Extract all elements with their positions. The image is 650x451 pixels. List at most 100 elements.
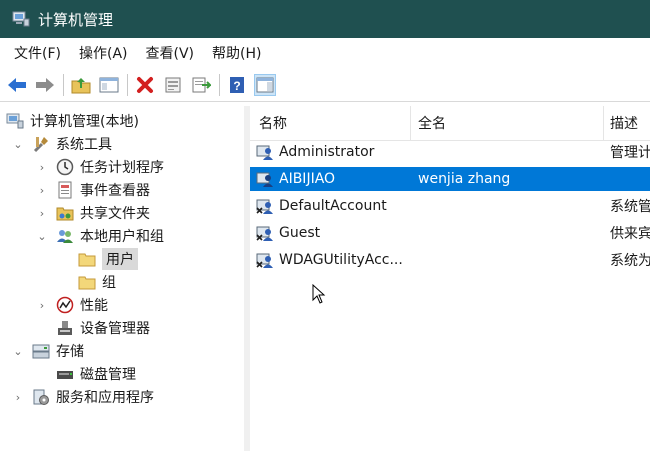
show-hide-tree-button[interactable]: [98, 74, 120, 96]
back-button[interactable]: [6, 74, 28, 96]
menu-view[interactable]: 查看(V): [146, 43, 195, 63]
chevron-down-icon[interactable]: ⌄: [12, 345, 24, 358]
list-row-selected[interactable]: AIBIJIAO wenjia zhang: [250, 167, 650, 191]
storage-icon: [32, 344, 50, 359]
cell-name: DefaultAccount: [256, 194, 406, 218]
toolbar-separator: [127, 73, 128, 96]
forward-arrow-icon: [36, 77, 54, 92]
tree-label: 服务和应用程序: [56, 390, 154, 406]
forward-button[interactable]: [34, 74, 56, 96]
column-header-name[interactable]: 名称: [259, 106, 287, 140]
users-group-icon: [57, 230, 73, 243]
menu-help[interactable]: 帮助(H): [212, 43, 261, 63]
tree-item-storage[interactable]: ⌄ 存储: [12, 340, 84, 362]
column-header-description[interactable]: 描述: [610, 106, 638, 140]
cell-name: WDAGUtilityAcc...: [256, 248, 410, 272]
title-bar: 计算机管理: [0, 0, 650, 38]
export-list-button[interactable]: [190, 74, 212, 96]
toolbar-separator: [219, 73, 220, 96]
disabled-user-icon: [256, 253, 273, 268]
delete-button[interactable]: [134, 74, 156, 96]
user-list: 名称 全名 描述 Administrator 管理计 AIBIJIAO wenj…: [250, 106, 650, 451]
services-icon: [33, 389, 49, 405]
tree-item-services-apps[interactable]: › 服务和应用程序: [12, 386, 154, 408]
cell-description: 管理计: [610, 145, 650, 161]
chevron-down-icon[interactable]: ⌄: [12, 138, 24, 151]
tree-label: 设备管理器: [80, 321, 150, 337]
properties-button[interactable]: [162, 74, 184, 96]
folder-icon: [78, 253, 96, 267]
performance-icon: [56, 296, 74, 314]
tree-label: 用户: [102, 248, 138, 270]
chevron-right-icon[interactable]: ›: [36, 207, 48, 220]
tree-label: 共享文件夹: [80, 206, 150, 222]
tree-label: 任务计划程序: [80, 160, 164, 176]
back-arrow-icon: [8, 77, 26, 92]
help-icon: ?: [230, 76, 244, 93]
chevron-right-icon[interactable]: ›: [12, 391, 24, 404]
tree-label: 本地用户和组: [80, 229, 164, 245]
help-button[interactable]: ?: [226, 74, 248, 96]
tree-label: 事件查看器: [80, 183, 150, 199]
navigation-tree: 计算机管理(本地) ⌄ 系统工具 › 任务计划程序 › 事件查看器 › 共享文件…: [0, 106, 245, 451]
window-title: 计算机管理: [38, 10, 114, 29]
tree-item-computer-management[interactable]: 计算机管理(本地): [6, 110, 139, 132]
computer-management-icon: [6, 113, 24, 129]
tree-label: 组: [102, 275, 116, 291]
computer-management-icon: [12, 11, 30, 27]
clock-icon: [56, 158, 74, 176]
user-name: DefaultAccount: [279, 198, 387, 214]
disabled-user-icon: [256, 226, 273, 241]
disabled-user-icon: [256, 199, 273, 214]
tree-item-performance[interactable]: › 性能: [36, 294, 108, 316]
chevron-down-icon[interactable]: ⌄: [36, 230, 48, 243]
user-icon: [256, 172, 273, 187]
list-row[interactable]: Guest 供来宾: [250, 221, 650, 245]
user-name: AIBIJIAO: [279, 171, 336, 187]
menu-action[interactable]: 操作(A): [79, 43, 128, 63]
tree-label: 磁盘管理: [80, 367, 136, 383]
list-row[interactable]: DefaultAccount 系统管: [250, 194, 650, 218]
chevron-right-icon[interactable]: ›: [36, 161, 48, 174]
cell-fullname: [418, 194, 598, 218]
show-hide-tree-icon: [99, 77, 119, 92]
tree-item-local-users-groups[interactable]: ⌄ 本地用户和组: [36, 225, 164, 247]
action-pane-button[interactable]: [254, 73, 276, 96]
up-folder-icon: [71, 77, 91, 93]
tree-item-event-viewer[interactable]: › 事件查看器: [36, 179, 150, 201]
menu-bar: 文件(F) 操作(A) 查看(V) 帮助(H): [0, 38, 650, 68]
tree-item-device-manager[interactable]: 设备管理器: [56, 317, 150, 339]
list-row[interactable]: Administrator 管理计: [250, 140, 650, 164]
disk-icon: [57, 371, 73, 379]
tree-item-shared-folders[interactable]: › 共享文件夹: [36, 202, 150, 224]
column-header-fullname[interactable]: 全名: [418, 106, 446, 140]
tree-label: 计算机管理(本地): [30, 114, 139, 130]
tree-item-disk-management[interactable]: 磁盘管理: [56, 363, 136, 385]
action-pane-icon: [256, 77, 274, 92]
user-name: WDAGUtilityAcc...: [279, 252, 403, 268]
tree-item-groups[interactable]: 组: [78, 271, 116, 293]
cell-name: Administrator: [256, 140, 406, 164]
up-level-button[interactable]: [70, 74, 92, 96]
cell-description: [610, 167, 650, 191]
tree-item-users[interactable]: 用户: [78, 248, 138, 270]
cell-description: 供来宾: [610, 226, 650, 242]
tree-item-task-scheduler[interactable]: › 任务计划程序: [36, 156, 164, 178]
cell-fullname: [418, 248, 598, 272]
list-row[interactable]: WDAGUtilityAcc... 系统为: [250, 248, 650, 272]
tree-item-system-tools[interactable]: ⌄ 系统工具: [12, 133, 112, 155]
toolbar-separator: [63, 73, 64, 96]
column-divider[interactable]: [410, 106, 411, 140]
cell-fullname: [418, 221, 598, 245]
list-header: 名称 全名 描述: [250, 106, 650, 141]
tree-label: 系统工具: [56, 137, 112, 153]
column-divider[interactable]: [603, 106, 604, 140]
cell-name: Guest: [256, 221, 406, 245]
user-name: Administrator: [279, 144, 375, 160]
shared-folder-icon: [56, 207, 74, 221]
cell-name: AIBIJIAO: [256, 167, 406, 191]
chevron-right-icon[interactable]: ›: [36, 184, 48, 197]
chevron-right-icon[interactable]: ›: [36, 299, 48, 312]
user-name: Guest: [279, 225, 321, 241]
menu-file[interactable]: 文件(F): [14, 43, 61, 63]
